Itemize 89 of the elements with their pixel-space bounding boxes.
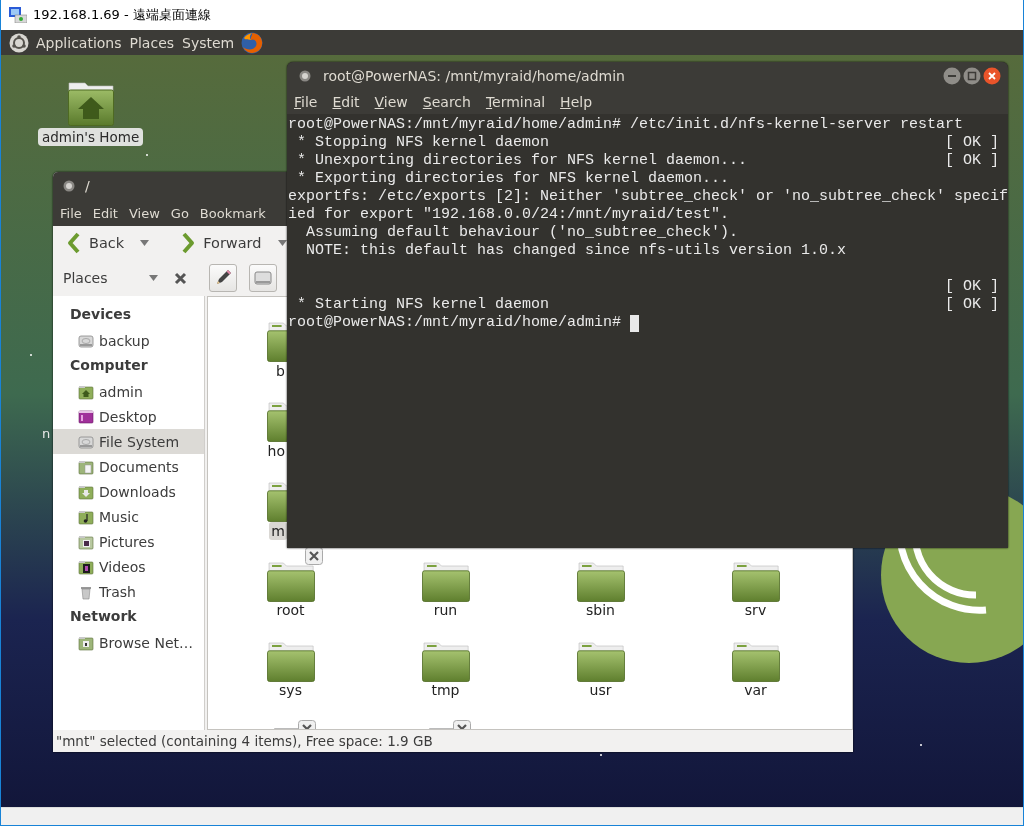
folder-label[interactable]: tmp — [429, 681, 462, 699]
folder-label[interactable]: var — [742, 681, 769, 699]
remote-desktop-icon — [9, 7, 27, 23]
drive-button[interactable] — [248, 264, 277, 292]
folder-icon — [266, 562, 315, 602]
sidebar-item[interactable]: Trash — [53, 579, 204, 604]
status-text: [ OK ] — [945, 134, 1001, 152]
close-icon[interactable] — [173, 271, 187, 285]
menu-item[interactable]: File — [294, 94, 318, 110]
minimize-icon[interactable] — [943, 67, 961, 85]
folder-label[interactable]: srv — [742, 601, 769, 619]
caret-icon[interactable] — [277, 240, 287, 246]
terminal-line: ied for export "192.168.0.0/24:/mnt/myraid/test". — [288, 206, 730, 224]
terminal-line: root@PowerNAS:/mnt/myraid/home/admin# — [288, 314, 623, 332]
sidebar-item[interactable]: Browse Net… — [53, 630, 204, 655]
folder-label[interactable]: sbin — [584, 601, 617, 619]
terminal-line: * Exporting directories for NFS kernel daemon... — [296, 170, 730, 188]
close-icon[interactable] — [983, 67, 1001, 85]
status-text: [ OK ] — [945, 278, 1001, 296]
window-title: / — [85, 178, 90, 194]
panel-menu[interactable]: System — [181, 34, 236, 51]
sidebar-item[interactable]: Downloads — [53, 479, 204, 504]
picture-folder-icon — [78, 533, 94, 550]
desktop-icon-label[interactable]: admin's Home — [38, 128, 144, 146]
menu-item[interactable]: Edit — [332, 94, 360, 110]
document-folder-icon — [78, 458, 94, 475]
terminal-line: Assuming default behaviour ('no_subtree_check'). — [305, 224, 739, 242]
menu-item[interactable]: View — [374, 94, 408, 110]
menu-logo-icon[interactable] — [9, 32, 29, 53]
desktop-icon-label[interactable]: n — [42, 426, 51, 441]
drive-icon — [253, 269, 272, 287]
caret-icon[interactable] — [140, 240, 150, 246]
status-text: "mnt" selected (containing 4 items), Free space: 1.9 GB — [56, 733, 433, 749]
caret-icon[interactable] — [148, 275, 158, 281]
status-text: [ OK ] — [945, 296, 1001, 314]
menu-item[interactable]: Go — [170, 205, 189, 221]
browser-icon[interactable] — [241, 31, 264, 54]
sidebar-item[interactable]: Videos — [53, 554, 204, 579]
panel-menu[interactable]: Places — [128, 34, 176, 51]
sidebar-heading: Network — [69, 607, 137, 626]
folder-label[interactable]: m — [269, 522, 287, 540]
menu-item[interactable]: Edit — [92, 205, 118, 221]
folder-label[interactable]: run — [431, 601, 460, 619]
sidebar-item[interactable]: Desktop — [53, 404, 204, 429]
folder-label[interactable]: usr — [587, 681, 614, 699]
menu-item[interactable]: Bookmark — [199, 205, 266, 221]
terminal-line: * Stopping NFS kernel daemon — [296, 134, 550, 152]
home-folder-icon — [78, 383, 94, 400]
sidebar-item[interactable]: Pictures — [53, 529, 204, 554]
terminal-line: * Starting NFS kernel daemon — [296, 296, 550, 314]
network-folder-icon — [78, 634, 94, 651]
terminal-line: exportfs: /etc/exports [2]: Neither 'subtree_check' or 'no_subtree_check' specif — [288, 188, 1008, 206]
window-title: root@PowerNAS: /mnt/myraid/home/admin — [323, 68, 625, 84]
maximize-icon[interactable] — [963, 67, 981, 85]
sidebar-item[interactable]: File System — [53, 429, 204, 454]
terminal-line: NOTE: this default has changed since nfs-utils version 1.0.x — [305, 242, 847, 260]
home-folder-icon[interactable] — [67, 82, 114, 126]
window-title: 192.168.1.69 - 遠端桌面連線 — [33, 6, 211, 24]
sidebar-item[interactable]: Documents — [53, 454, 204, 479]
video-folder-icon — [78, 558, 94, 575]
sidebar-item[interactable]: backup — [53, 328, 204, 353]
sidebar-selector[interactable]: Places — [63, 270, 108, 286]
window-menu-icon[interactable] — [63, 180, 75, 192]
sidebar-heading: Devices — [69, 305, 132, 324]
folder-label[interactable]: root — [274, 601, 307, 619]
folder-label[interactable]: ho — [265, 442, 287, 460]
window-menu-icon[interactable] — [299, 70, 311, 82]
drive-icon — [78, 332, 94, 349]
edit-button[interactable] — [208, 264, 237, 292]
menu-item[interactable]: View — [128, 205, 160, 221]
back-button[interactable]: Back — [63, 230, 129, 256]
status-text: [ OK ] — [945, 152, 1001, 170]
sidebar-heading: Computer — [69, 356, 148, 375]
terminal-line: root@PowerNAS:/mnt/myraid/home/admin# /etc/init.d/nfs-kernel-server restart — [288, 116, 964, 134]
sidebar-item[interactable]: Music — [53, 504, 204, 529]
menu-item[interactable]: File — [60, 205, 82, 221]
forward-button[interactable]: Forward — [177, 230, 266, 256]
desktop-icon — [78, 408, 94, 425]
menu-item[interactable]: Help — [560, 94, 593, 110]
music-folder-icon — [78, 508, 94, 525]
drive-icon — [78, 433, 94, 450]
folder-label[interactable]: b — [274, 362, 287, 380]
menu-item[interactable]: Terminal — [485, 94, 546, 110]
download-folder-icon — [78, 483, 94, 500]
panel-menu[interactable]: Applications — [35, 34, 123, 51]
sidebar-item[interactable]: admin — [53, 379, 204, 404]
folder-label[interactable]: sys — [277, 681, 304, 699]
menu-item[interactable]: Search — [422, 94, 471, 110]
terminal-line: * Unexporting directories for NFS kernel daemon... — [296, 152, 748, 170]
